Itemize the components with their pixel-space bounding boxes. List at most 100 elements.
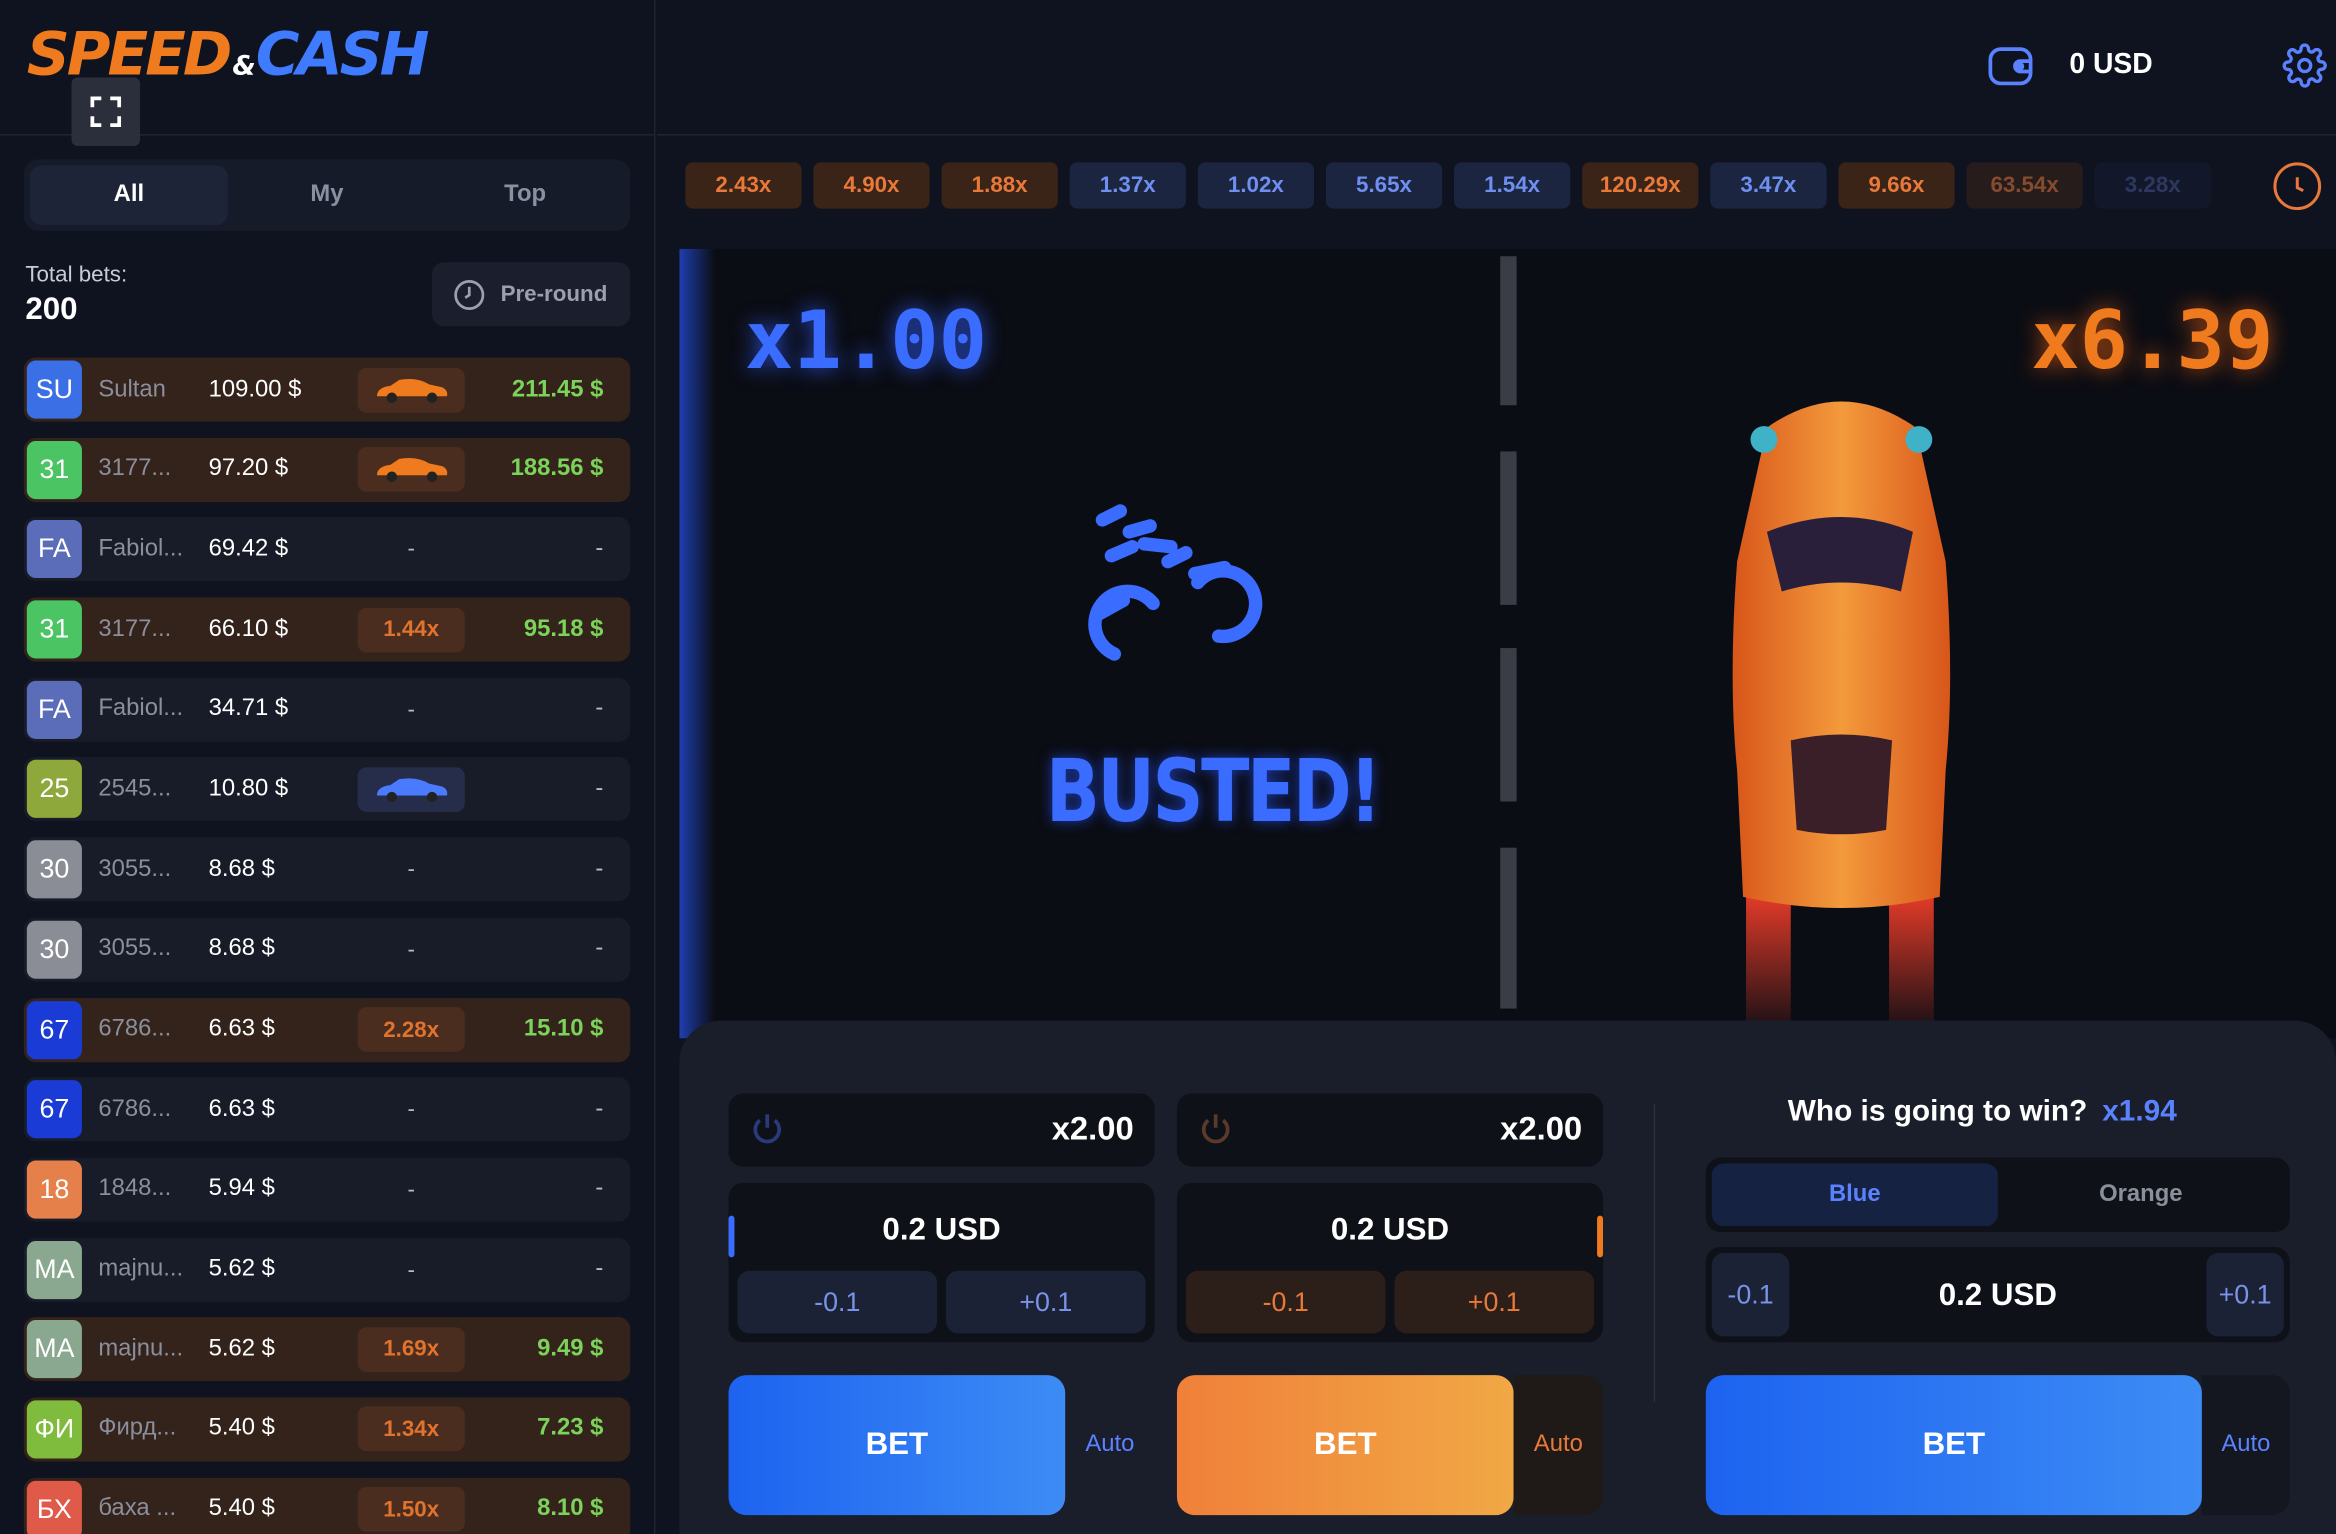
win-amount: - bbox=[595, 1255, 604, 1282]
avatar: ФИ bbox=[26, 1400, 82, 1459]
win-amount: - bbox=[595, 536, 604, 562]
race-track: x1.00 x6.39 BUSTED! bbox=[679, 248, 2336, 1039]
bet-amount: 66.10 $ bbox=[208, 616, 289, 642]
win-amount: - bbox=[595, 776, 604, 802]
cashout-multiplier: - bbox=[407, 696, 415, 723]
bet-amount: 8.68 $ bbox=[208, 856, 275, 882]
bet-amount: 8.68 $ bbox=[208, 936, 275, 962]
history-multiplier: 1.02x bbox=[1197, 162, 1315, 209]
bet-row: SU Sultan 109.00 $ 211.45 $ bbox=[23, 357, 631, 422]
lane-marker bbox=[1500, 451, 1517, 605]
win-amount: 15.10 $ bbox=[523, 1016, 604, 1042]
orange-car-icon bbox=[357, 367, 465, 412]
auto-blue-button[interactable]: Auto bbox=[1065, 1375, 1154, 1515]
winner-odds: x1.94 bbox=[2102, 1095, 2177, 1128]
player-name: 3177... bbox=[98, 456, 172, 482]
bet-amount: 34.71 $ bbox=[208, 696, 289, 722]
orange-bet-panel: x2.00 0.2 USD -0.1 +0.1 bbox=[1176, 1093, 1604, 1343]
player-name: 3055... bbox=[98, 856, 172, 882]
tab-orange[interactable]: Orange bbox=[1998, 1164, 2284, 1227]
cashout-multiplier: x2.00 bbox=[1051, 1109, 1134, 1148]
tab-all[interactable]: All bbox=[29, 165, 228, 225]
auto-winner-button[interactable]: Auto bbox=[2201, 1375, 2290, 1516]
avatar: 18 bbox=[26, 1160, 82, 1219]
bet-amount: 69.42 $ bbox=[208, 536, 289, 562]
avatar: 67 bbox=[26, 1080, 82, 1139]
win-amount: - bbox=[595, 1176, 604, 1202]
auto-orange-button[interactable]: Auto bbox=[1513, 1375, 1604, 1516]
history-multiplier: 1.88x bbox=[941, 162, 1058, 209]
history-clock-icon[interactable] bbox=[2273, 162, 2322, 211]
increase-stake-button[interactable]: +0.1 bbox=[2206, 1252, 2284, 1337]
bet-amount: 5.62 $ bbox=[208, 1335, 275, 1362]
bet-blue-button[interactable]: BET bbox=[728, 1375, 1066, 1516]
cashout-multiplier: - bbox=[407, 1256, 415, 1283]
bet-amount: 5.40 $ bbox=[208, 1495, 275, 1522]
bet-row: БХ баха ... 5.40 $ 1.50x 8.10 $ bbox=[23, 1477, 631, 1534]
history-multiplier: 120.29x bbox=[1582, 162, 1699, 209]
avatar: 67 bbox=[26, 1000, 82, 1059]
bet-winner-button[interactable]: BET bbox=[1705, 1375, 2202, 1516]
history-multiplier: 1.54x bbox=[1454, 162, 1571, 209]
winner-stake-field[interactable]: -0.1 0.2 USD +0.1 bbox=[1705, 1246, 2290, 1343]
increase-stake-button[interactable]: +0.1 bbox=[946, 1270, 1146, 1334]
bet-orange-button[interactable]: BET bbox=[1176, 1375, 1514, 1516]
bet-row: ФИ Фирд... 5.40 $ 1.34x 7.23 $ bbox=[23, 1397, 631, 1462]
tab-my[interactable]: My bbox=[228, 165, 426, 225]
history-multiplier: 2.43x bbox=[685, 162, 802, 209]
cashout-multiplier: 1.34x bbox=[357, 1407, 465, 1452]
bet-amount: 109.00 $ bbox=[208, 376, 302, 402]
gear-icon[interactable] bbox=[2282, 43, 2327, 88]
bet-row: 67 6786... 6.63 $ - - bbox=[23, 1077, 631, 1142]
player-name: majnu... bbox=[98, 1335, 184, 1362]
handcuffs-icon bbox=[1088, 504, 1263, 661]
winner-bet-row: BET Auto bbox=[1705, 1375, 2290, 1516]
player-name: Фирд... bbox=[98, 1415, 177, 1442]
player-name: 2545... bbox=[98, 776, 172, 802]
power-toggle-icon[interactable] bbox=[1198, 1111, 1234, 1147]
player-name: 3177... bbox=[98, 616, 172, 642]
tab-top[interactable]: Top bbox=[426, 165, 624, 225]
stake-field[interactable]: 0.2 USD -0.1 +0.1 bbox=[1176, 1182, 1604, 1343]
increase-stake-button[interactable]: +0.1 bbox=[1394, 1270, 1595, 1334]
win-amount: 8.10 $ bbox=[537, 1495, 604, 1522]
wallet-icon[interactable] bbox=[1987, 43, 2035, 88]
player-name: 3055... bbox=[98, 936, 172, 962]
total-bets-value: 200 bbox=[25, 292, 78, 327]
blue-multiplier: x1.00 bbox=[744, 293, 988, 388]
auto-cashout-field[interactable]: x2.00 bbox=[1176, 1093, 1604, 1167]
history-multiplier: 3.47x bbox=[1710, 162, 1827, 209]
history-multiplier: 4.90x bbox=[813, 162, 930, 209]
avatar: SU bbox=[26, 360, 82, 419]
orange-car-icon bbox=[357, 447, 465, 492]
auto-cashout-field[interactable]: x2.00 bbox=[728, 1093, 1155, 1167]
win-amount: - bbox=[595, 1096, 604, 1122]
bet-row: MA majnu... 5.62 $ - - bbox=[23, 1237, 631, 1302]
history-multiplier: 3.28x bbox=[2094, 162, 2211, 209]
avatar: MA bbox=[26, 1240, 82, 1299]
history-multiplier: 63.54x bbox=[1966, 162, 2083, 209]
stake-value: 0.2 USD bbox=[882, 1212, 1001, 1247]
betting-controls: x2.00 0.2 USD -0.1 +0.1 BET Auto x2.00 0… bbox=[679, 1020, 2336, 1534]
stake-field[interactable]: 0.2 USD -0.1 +0.1 bbox=[728, 1182, 1155, 1343]
decrease-stake-button[interactable]: -0.1 bbox=[1185, 1270, 1386, 1334]
tab-blue[interactable]: Blue bbox=[1711, 1163, 1998, 1227]
player-name: 1848... bbox=[98, 1176, 172, 1202]
preround-button[interactable]: Pre-round bbox=[432, 262, 631, 327]
bet-row: 31 3177... 97.20 $ 188.56 $ bbox=[23, 437, 631, 502]
win-amount: 211.45 $ bbox=[511, 376, 604, 402]
cashout-multiplier: 1.44x bbox=[357, 607, 465, 652]
fullscreen-button[interactable] bbox=[71, 77, 141, 147]
player-name: Fabiol... bbox=[98, 536, 184, 562]
decrease-stake-button[interactable]: -0.1 bbox=[737, 1270, 938, 1334]
stake-value: 0.2 USD bbox=[1938, 1278, 2057, 1313]
power-toggle-icon[interactable] bbox=[749, 1111, 785, 1147]
cashout-multiplier: - bbox=[407, 1176, 415, 1203]
bet-row: FA Fabiol... 34.71 $ - - bbox=[23, 677, 631, 742]
cashout-multiplier: 1.69x bbox=[357, 1327, 465, 1372]
bet-amount: 5.94 $ bbox=[208, 1176, 275, 1202]
player-name: 6786... bbox=[98, 1016, 172, 1042]
win-amount: - bbox=[595, 696, 604, 722]
bet-row: 18 1848... 5.94 $ - - bbox=[23, 1157, 631, 1222]
win-amount: 188.56 $ bbox=[510, 456, 604, 482]
